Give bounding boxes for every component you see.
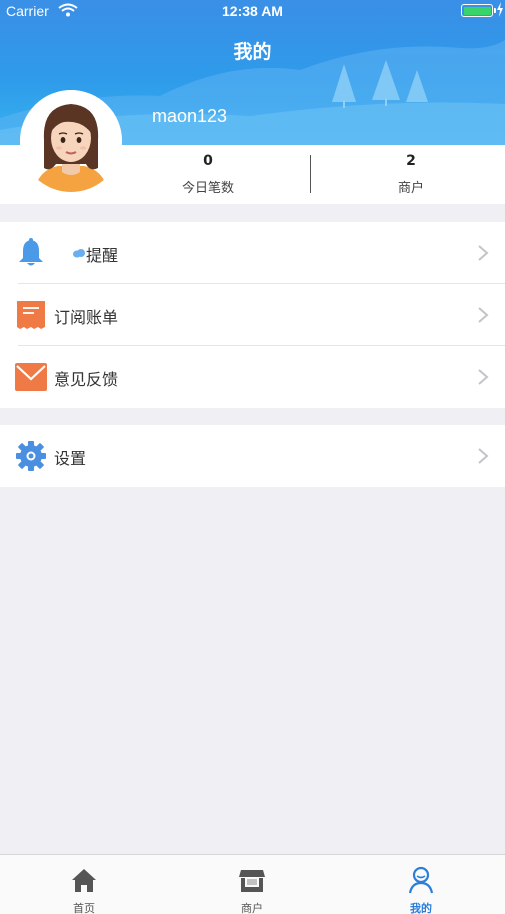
- tab-label: 商户: [241, 902, 263, 914]
- home-icon: [72, 869, 96, 892]
- menu-label: 订阅账单: [54, 308, 119, 327]
- menu-item-subscribe-bill[interactable]: 订阅账单: [0, 284, 505, 346]
- avatar-illustration: [20, 90, 122, 192]
- charging-bolt-icon: [497, 2, 503, 17]
- menu-item-feedback[interactable]: 意见反馈: [0, 346, 505, 408]
- tab-home[interactable]: 首页: [0, 855, 168, 914]
- menu-item-settings[interactable]: 设置: [0, 425, 505, 487]
- bell-icon: [19, 238, 43, 266]
- chevron-right-icon: [478, 307, 489, 323]
- stat-value: 2: [406, 153, 416, 169]
- menu-group-settings: 设置: [0, 425, 505, 487]
- page-title: 我的: [233, 41, 272, 63]
- gear-icon: [16, 441, 46, 471]
- tab-merchant[interactable]: 商户: [168, 855, 336, 914]
- chevron-right-icon: [478, 245, 489, 261]
- tab-mine[interactable]: 我的: [337, 855, 505, 914]
- status-bar: Carrier 12:38 AM: [0, 0, 505, 22]
- menu-group-main: 提醒 订阅账单 意见反馈: [0, 222, 505, 408]
- receipt-icon: [17, 301, 45, 329]
- tab-label: 首页: [73, 902, 95, 914]
- battery-icon: [461, 4, 496, 17]
- menu-label: 提醒: [86, 246, 119, 265]
- stat-label: 今日笔数: [181, 181, 234, 196]
- chevron-right-icon: [478, 369, 489, 385]
- avatar[interactable]: [20, 90, 122, 192]
- profile-icon: [408, 866, 434, 894]
- store-icon: [239, 870, 265, 892]
- stat-today-count[interactable]: 0 今日笔数: [148, 153, 268, 196]
- username[interactable]: maon123: [152, 106, 227, 127]
- stat-divider: [310, 155, 311, 193]
- cloud-icon: [73, 249, 85, 258]
- stat-value: 0: [203, 153, 213, 169]
- menu-item-reminder[interactable]: 提醒: [0, 222, 505, 284]
- chevron-right-icon: [478, 448, 489, 464]
- tab-label: 我的: [410, 902, 432, 914]
- tab-bar: 首页 商户 我的: [0, 854, 505, 914]
- stat-merchant-count[interactable]: 2 商户: [351, 153, 471, 196]
- status-time: 12:38 AM: [222, 3, 283, 19]
- menu-label: 意见反馈: [54, 370, 119, 389]
- envelope-icon: [15, 363, 47, 391]
- menu-label: 设置: [54, 449, 87, 468]
- stat-label: 商户: [397, 181, 424, 196]
